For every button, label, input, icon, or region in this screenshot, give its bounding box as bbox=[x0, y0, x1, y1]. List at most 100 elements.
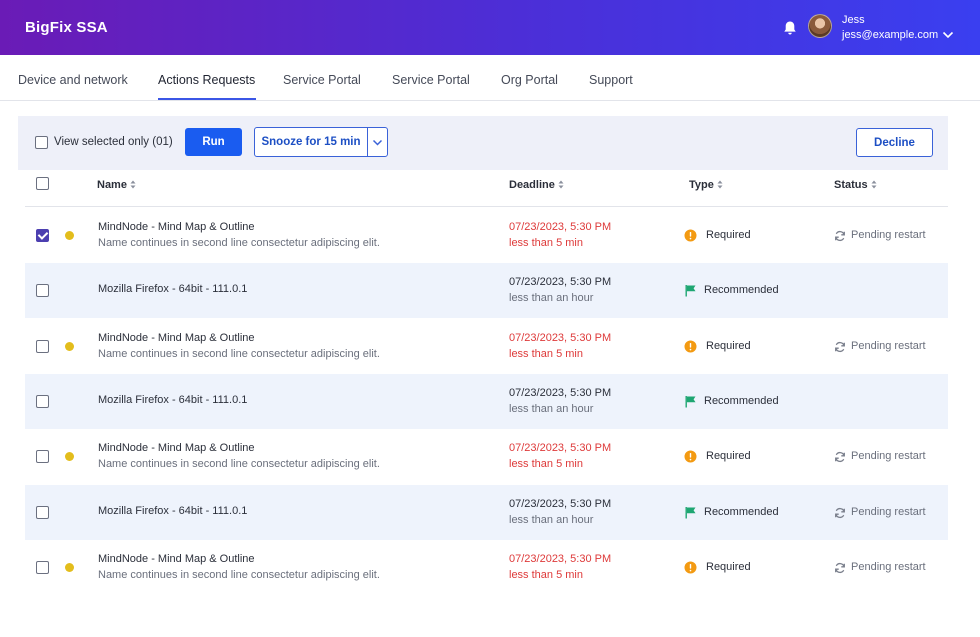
row-type-label: Required bbox=[706, 340, 751, 352]
row-checkbox[interactable] bbox=[36, 284, 49, 297]
row-name[interactable]: MindNode - Mind Map & Outline bbox=[98, 442, 255, 454]
tab-support[interactable]: Support bbox=[589, 73, 633, 87]
warning-icon bbox=[684, 229, 697, 242]
run-button[interactable]: Run bbox=[185, 128, 242, 156]
snooze-dropdown-button[interactable] bbox=[367, 127, 388, 157]
row-checkbox[interactable] bbox=[36, 450, 49, 463]
restart-icon bbox=[835, 341, 845, 353]
sort-icon bbox=[871, 180, 877, 189]
sort-icon bbox=[130, 180, 136, 189]
row-checkbox[interactable] bbox=[36, 506, 49, 519]
restart-icon bbox=[835, 562, 845, 574]
row-deadline-date: 07/23/2023, 5:30 PM bbox=[509, 276, 612, 288]
row-checkbox[interactable] bbox=[36, 229, 49, 242]
table-row[interactable]: Mozilla Firefox - 64bit - 111.0.1 07/23/2… bbox=[25, 485, 948, 540]
row-description: Name continues in second line consectetu… bbox=[98, 237, 380, 249]
column-header-label: Name bbox=[97, 179, 127, 191]
row-deadline-relative: less than an hour bbox=[509, 403, 594, 415]
header-divider bbox=[25, 206, 948, 207]
row-checkbox[interactable] bbox=[36, 340, 49, 353]
tab-service-portal-1[interactable]: Service Portal bbox=[283, 73, 361, 87]
row-type-label: Required bbox=[706, 229, 751, 241]
flag-icon bbox=[685, 285, 696, 297]
row-deadline-relative: less than an hour bbox=[509, 514, 594, 526]
column-header-status[interactable]: Status bbox=[834, 179, 877, 191]
avatar[interactable] bbox=[808, 14, 832, 38]
row-status-label: Pending restart bbox=[851, 450, 926, 462]
warning-icon bbox=[684, 561, 697, 574]
row-status-label: Pending restart bbox=[851, 561, 926, 573]
table-row[interactable]: Mozilla Firefox - 64bit - 111.0.1 07/23/2… bbox=[25, 374, 948, 429]
row-deadline-date: 07/23/2023, 5:30 PM bbox=[509, 442, 612, 454]
row-status-label: Pending restart bbox=[851, 340, 926, 352]
row-deadline-date: 07/23/2023, 5:30 PM bbox=[509, 387, 612, 399]
sort-icon bbox=[558, 180, 564, 189]
column-header-label: Type bbox=[689, 179, 714, 191]
status-dot-icon bbox=[65, 452, 74, 461]
table-row[interactable]: MindNode - Mind Map & Outline Name contin… bbox=[25, 319, 948, 374]
decline-button[interactable]: Decline bbox=[856, 128, 933, 157]
row-description: Name continues in second line consectetu… bbox=[98, 569, 380, 581]
row-deadline-relative: less than 5 min bbox=[509, 348, 583, 360]
active-tab-indicator bbox=[158, 98, 256, 100]
row-name[interactable]: Mozilla Firefox - 64bit - 111.0.1 bbox=[98, 394, 247, 406]
row-name[interactable]: Mozilla Firefox - 64bit - 111.0.1 bbox=[98, 505, 247, 517]
row-deadline-date: 07/23/2023, 5:30 PM bbox=[509, 553, 612, 565]
row-name[interactable]: MindNode - Mind Map & Outline bbox=[98, 221, 255, 233]
status-dot-icon bbox=[65, 231, 74, 240]
flag-icon bbox=[685, 507, 696, 519]
row-description: Name continues in second line consectetu… bbox=[98, 348, 380, 360]
select-all-checkbox[interactable] bbox=[36, 177, 49, 190]
restart-icon bbox=[835, 230, 845, 242]
nav-tabs: Device and network Actions Requests Serv… bbox=[0, 55, 980, 101]
tab-device-and-network[interactable]: Device and network bbox=[18, 73, 128, 87]
row-status-label: Pending restart bbox=[851, 506, 926, 518]
row-deadline-date: 07/23/2023, 5:30 PM bbox=[509, 498, 612, 510]
row-type-label: Recommended bbox=[704, 284, 779, 296]
column-header-name[interactable]: Name bbox=[97, 179, 136, 191]
row-deadline-relative: less than 5 min bbox=[509, 237, 583, 249]
view-selected-checkbox[interactable] bbox=[35, 136, 48, 149]
row-deadline-relative: less than 5 min bbox=[509, 458, 583, 470]
user-email[interactable]: jess@example.com bbox=[842, 29, 938, 41]
row-type-label: Required bbox=[706, 450, 751, 462]
restart-icon bbox=[835, 507, 845, 519]
column-header-deadline[interactable]: Deadline bbox=[509, 179, 564, 191]
row-checkbox[interactable] bbox=[36, 395, 49, 408]
row-name[interactable]: MindNode - Mind Map & Outline bbox=[98, 553, 255, 565]
row-deadline-relative: less than an hour bbox=[509, 292, 594, 304]
row-name[interactable]: MindNode - Mind Map & Outline bbox=[98, 332, 255, 344]
snooze-button[interactable]: Snooze for 15 min bbox=[254, 127, 368, 157]
chevron-down-icon[interactable] bbox=[941, 29, 955, 41]
row-deadline-date: 07/23/2023, 5:30 PM bbox=[509, 332, 612, 344]
bell-icon[interactable] bbox=[783, 20, 797, 36]
row-description: Name continues in second line consectetu… bbox=[98, 458, 380, 470]
row-deadline-date: 07/23/2023, 5:30 PM bbox=[509, 221, 612, 233]
row-status-label: Pending restart bbox=[851, 229, 926, 241]
row-name[interactable]: Mozilla Firefox - 64bit - 111.0.1 bbox=[98, 283, 247, 295]
column-header-label: Status bbox=[834, 179, 868, 191]
row-type-label: Required bbox=[706, 561, 751, 573]
status-dot-icon bbox=[65, 342, 74, 351]
table-row[interactable]: MindNode - Mind Map & Outline Name contin… bbox=[25, 540, 948, 595]
restart-icon bbox=[835, 451, 845, 463]
tab-actions-requests[interactable]: Actions Requests bbox=[158, 73, 255, 87]
column-header-label: Deadline bbox=[509, 179, 555, 191]
tab-org-portal[interactable]: Org Portal bbox=[501, 73, 558, 87]
column-header-type[interactable]: Type bbox=[689, 179, 723, 191]
table-row[interactable]: Mozilla Firefox - 64bit - 111.0.1 07/23/2… bbox=[25, 263, 948, 318]
flag-icon bbox=[685, 396, 696, 408]
chevron-down-icon bbox=[372, 139, 383, 146]
tab-service-portal-2[interactable]: Service Portal bbox=[392, 73, 470, 87]
table-row[interactable]: MindNode - Mind Map & Outline Name contin… bbox=[25, 429, 948, 484]
user-name[interactable]: Jess bbox=[842, 14, 865, 26]
row-checkbox[interactable] bbox=[36, 561, 49, 574]
sort-icon bbox=[717, 180, 723, 189]
row-deadline-relative: less than 5 min bbox=[509, 569, 583, 581]
row-type-label: Recommended bbox=[704, 506, 779, 518]
warning-icon bbox=[684, 340, 697, 353]
table-row[interactable]: MindNode - Mind Map & Outline Name contin… bbox=[25, 208, 948, 263]
row-type-label: Recommended bbox=[704, 395, 779, 407]
app-brand[interactable]: BigFix SSA bbox=[25, 19, 108, 36]
view-selected-label: View selected only (01) bbox=[54, 136, 173, 148]
